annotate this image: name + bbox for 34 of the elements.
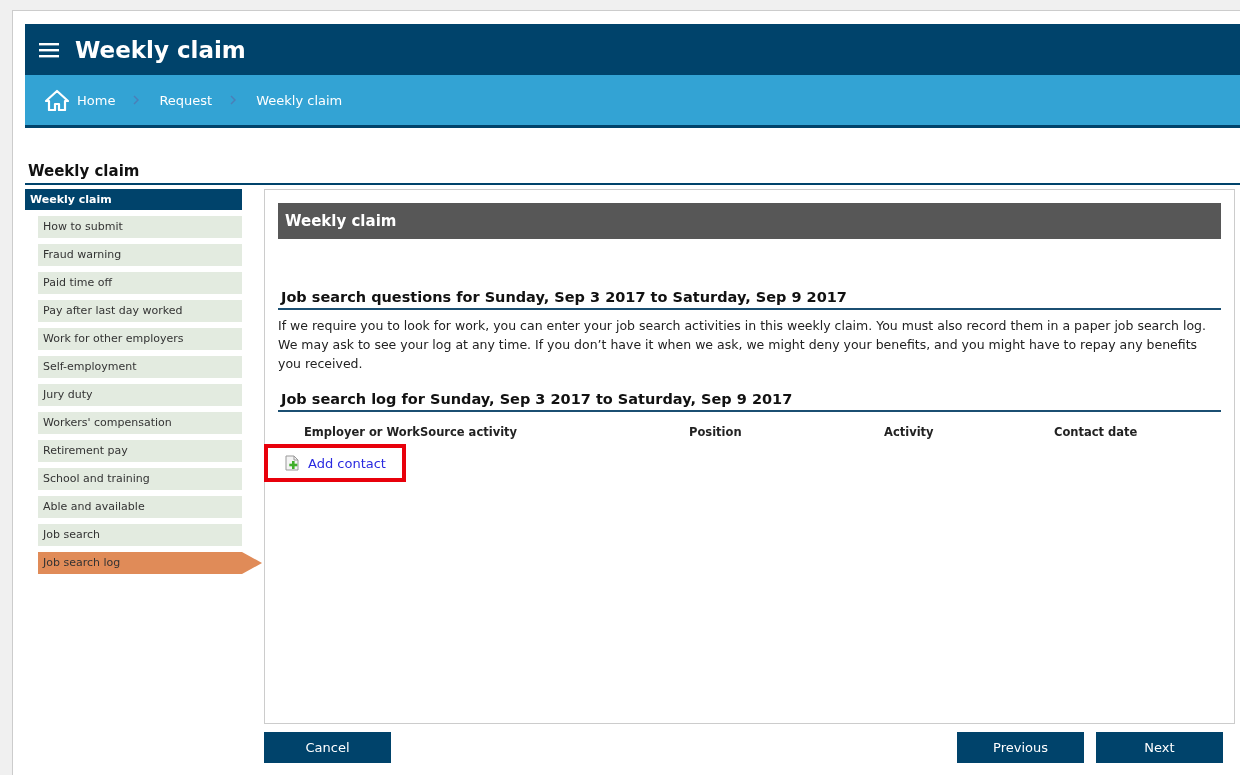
section-heading: Job search questions for Sunday, Sep 3 2017 to Saturday, Sep 9 2017 bbox=[278, 289, 1221, 310]
previous-button[interactable]: Previous bbox=[957, 732, 1084, 763]
sidebar-item[interactable]: Work for other employers bbox=[38, 328, 242, 350]
menu-icon[interactable] bbox=[39, 41, 59, 58]
column-header: Activity bbox=[884, 425, 935, 439]
paragraph: If we require you to look for work, you can enter your job search activities in this weekly claim. You must also record them in a paper job search log. bbox=[278, 317, 1207, 335]
page-title: Weekly claim bbox=[27, 162, 141, 180]
column-header: Contact date bbox=[1054, 425, 1138, 439]
sidebar-item[interactable]: School and training bbox=[38, 468, 242, 490]
add-contact-link[interactable]: Add contact bbox=[308, 455, 386, 471]
sidebar-item[interactable]: Self-employment bbox=[38, 356, 242, 378]
sidebar-item[interactable]: Job search log bbox=[38, 552, 262, 574]
sidebar-item[interactable]: Workers' compensation bbox=[38, 412, 242, 434]
next-button[interactable]: Next bbox=[1096, 732, 1223, 763]
column-header: Employer or WorkSource activity bbox=[304, 425, 519, 439]
app-title: Weekly claim bbox=[75, 36, 246, 63]
chevron-icon bbox=[230, 95, 237, 105]
home-icon[interactable] bbox=[45, 89, 69, 111]
chevron-icon bbox=[133, 95, 140, 105]
add-document-icon[interactable] bbox=[284, 455, 300, 471]
sidebar-item[interactable]: Fraud warning bbox=[38, 244, 242, 266]
sidebar-item[interactable]: Jury duty bbox=[38, 384, 242, 406]
sidebar-item[interactable]: Pay after last day worked bbox=[38, 300, 242, 322]
panel-title: Weekly claim bbox=[278, 203, 1221, 239]
paragraph: We may ask to see your log at any time. If you don’t have it when we ask, we might deny your benefits, and you might have to repay any benefits you received. bbox=[278, 336, 1199, 373]
cancel-button[interactable]: Cancel bbox=[264, 732, 391, 763]
sidebar-item[interactable]: How to submit bbox=[38, 216, 242, 238]
section-heading: Job search log for Sunday, Sep 3 2017 to Saturday, Sep 9 2017 bbox=[278, 391, 1221, 412]
column-header: Position bbox=[689, 425, 743, 439]
sidebar-item[interactable]: Able and available bbox=[38, 496, 242, 518]
sidebar-heading[interactable]: Weekly claim bbox=[25, 189, 242, 210]
sidebar-item[interactable]: Paid time off bbox=[38, 272, 242, 294]
sidebar-item[interactable]: Job search bbox=[38, 524, 242, 546]
sidebar-item[interactable]: Retirement pay bbox=[38, 440, 242, 462]
